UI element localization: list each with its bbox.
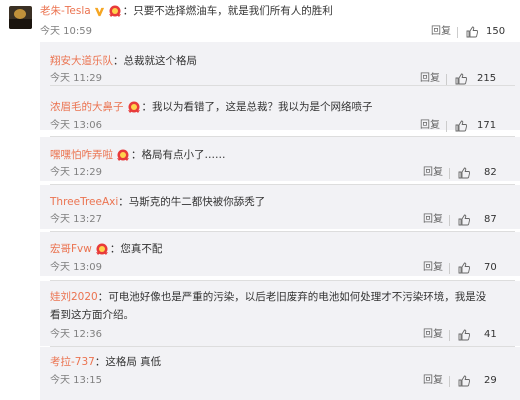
like-count: 87	[484, 214, 497, 225]
divider	[449, 330, 450, 341]
reply-button[interactable]: 回复	[431, 26, 451, 38]
username-link[interactable]: 嘿嘿怕咋弄啦	[50, 148, 113, 162]
divider	[446, 121, 447, 132]
top-comment: 老朱-Tesla ：只要不选择燃油车，就是我们所有人的胜利 今天 10:59 回…	[0, 0, 520, 42]
reply-text: ：这格局 真低	[94, 356, 162, 368]
reply-item: 嘿嘿怕咋弄啦 ：格局有点小了…… 今天 12:29 回复 82	[40, 137, 520, 181]
reply-button[interactable]: 回复	[420, 120, 440, 132]
fan-medal-icon	[117, 149, 129, 161]
username-link[interactable]: 老朱-Tesla	[40, 4, 91, 18]
like-count: 215	[477, 73, 497, 84]
reply-text: ：马斯克的牛二都快被你舔秃了	[118, 196, 266, 208]
timestamp: 今天 13:09	[50, 262, 102, 273]
like-count: 41	[484, 329, 497, 340]
comment-text: ：只要不选择燃油车，就是我们所有人的胜利	[122, 5, 333, 17]
fan-medal-icon	[95, 243, 108, 255]
username-link[interactable]: 翔安大道乐队	[50, 54, 113, 68]
reply-text: ：您真不配	[109, 243, 163, 255]
like-count: 150	[486, 26, 506, 37]
reply-text-continued: 看到这方面介绍。	[50, 309, 134, 321]
timestamp: 今天 12:29	[50, 167, 102, 178]
thumbs-up-icon[interactable]	[458, 214, 470, 226]
like-count: 70	[484, 262, 497, 273]
divider	[446, 74, 447, 85]
reply-line-2: 看到这方面介绍。	[50, 308, 134, 322]
reply-item: 浓眉毛的大鼻子 ：我以为看错了，这是总裁？我以为是个网络喷子 今天 13:06 …	[40, 86, 520, 132]
username-link[interactable]: 考拉-737	[50, 355, 95, 369]
verified-v-icon	[94, 7, 104, 16]
avatar[interactable]	[9, 6, 32, 29]
reply-item: ThreeTreeAxi ：马斯克的牛二都快被你舔秃了 今天 13:27 回复 …	[40, 185, 520, 229]
thumbs-up-icon[interactable]	[455, 120, 467, 132]
like-count: 171	[477, 120, 497, 131]
divider	[457, 27, 458, 38]
reply-item: 考拉-737 ：这格局 真低 今天 13:15 回复 29	[40, 347, 520, 400]
reply-item: 娃刘2020 ：可电池好像也是严重的污染，以后老旧废弃的电池如何处理才不污染环境…	[40, 281, 520, 346]
thumbs-up-icon[interactable]	[458, 375, 470, 387]
divider	[449, 168, 450, 179]
reply-button[interactable]: 回复	[423, 214, 443, 226]
timestamp: 今天 13:27	[50, 214, 102, 225]
thumbs-up-icon[interactable]	[458, 262, 470, 274]
reply-button[interactable]: 回复	[423, 262, 443, 274]
reply-item: 翔安大道乐队 ：总裁就这个格局 今天 11:29 回复 215	[40, 42, 520, 86]
reply-text: ：总裁就这个格局	[113, 55, 197, 67]
reply-line: ThreeTreeAxi ：马斯克的牛二都快被你舔秃了	[50, 195, 265, 209]
reply-button[interactable]: 回复	[423, 375, 443, 387]
username-link[interactable]: ThreeTreeAxi	[50, 195, 118, 209]
thumbs-up-icon[interactable]	[455, 73, 467, 85]
reply-line: 考拉-737 ：这格局 真低	[50, 355, 161, 369]
reply-text: ：可电池好像也是严重的污染，以后老旧废弃的电池如何处理才不污染环境，我是没	[97, 291, 487, 303]
reply-line: 浓眉毛的大鼻子 ：我以为看错了，这是总裁？我以为是个网络喷子	[50, 100, 373, 114]
reply-button[interactable]: 回复	[423, 329, 443, 341]
reply-line: 娃刘2020 ：可电池好像也是严重的污染，以后老旧废弃的电池如何处理才不污染环境…	[50, 290, 486, 304]
timestamp: 今天 13:06	[50, 120, 102, 131]
thumbs-up-icon[interactable]	[458, 329, 470, 341]
timestamp: 今天 13:15	[50, 375, 102, 386]
fan-medal-icon	[108, 5, 121, 17]
like-count: 29	[484, 375, 497, 386]
fan-medal-icon	[127, 101, 140, 113]
reply-text: ：格局有点小了……	[131, 149, 226, 161]
reply-text: ：我以为看错了，这是总裁？我以为是个网络喷子	[141, 101, 373, 113]
like-count: 82	[484, 167, 497, 178]
thumbs-up-icon[interactable]	[466, 26, 478, 38]
reply-line: 宏哥Fvw ：您真不配	[50, 242, 162, 256]
divider	[449, 376, 450, 387]
comment-line: 老朱-Tesla ：只要不选择燃油车，就是我们所有人的胜利	[40, 4, 333, 18]
username-link[interactable]: 浓眉毛的大鼻子	[50, 100, 124, 114]
reply-line: 翔安大道乐队 ：总裁就这个格局	[50, 54, 197, 68]
reply-line: 嘿嘿怕咋弄啦 ：格局有点小了……	[50, 148, 226, 162]
username-link[interactable]: 娃刘2020	[50, 290, 98, 304]
reply-item: 宏哥Fvw ：您真不配 今天 13:09 回复 70	[40, 232, 520, 276]
reply-button[interactable]: 回复	[420, 73, 440, 85]
username-link[interactable]: 宏哥Fvw	[50, 242, 92, 256]
reply-button[interactable]: 回复	[423, 167, 443, 179]
timestamp: 今天 10:59	[40, 26, 92, 37]
divider	[449, 215, 450, 226]
timestamp: 今天 12:36	[50, 329, 102, 340]
thumbs-up-icon[interactable]	[458, 167, 470, 179]
timestamp: 今天 11:29	[50, 73, 102, 84]
divider	[449, 263, 450, 274]
